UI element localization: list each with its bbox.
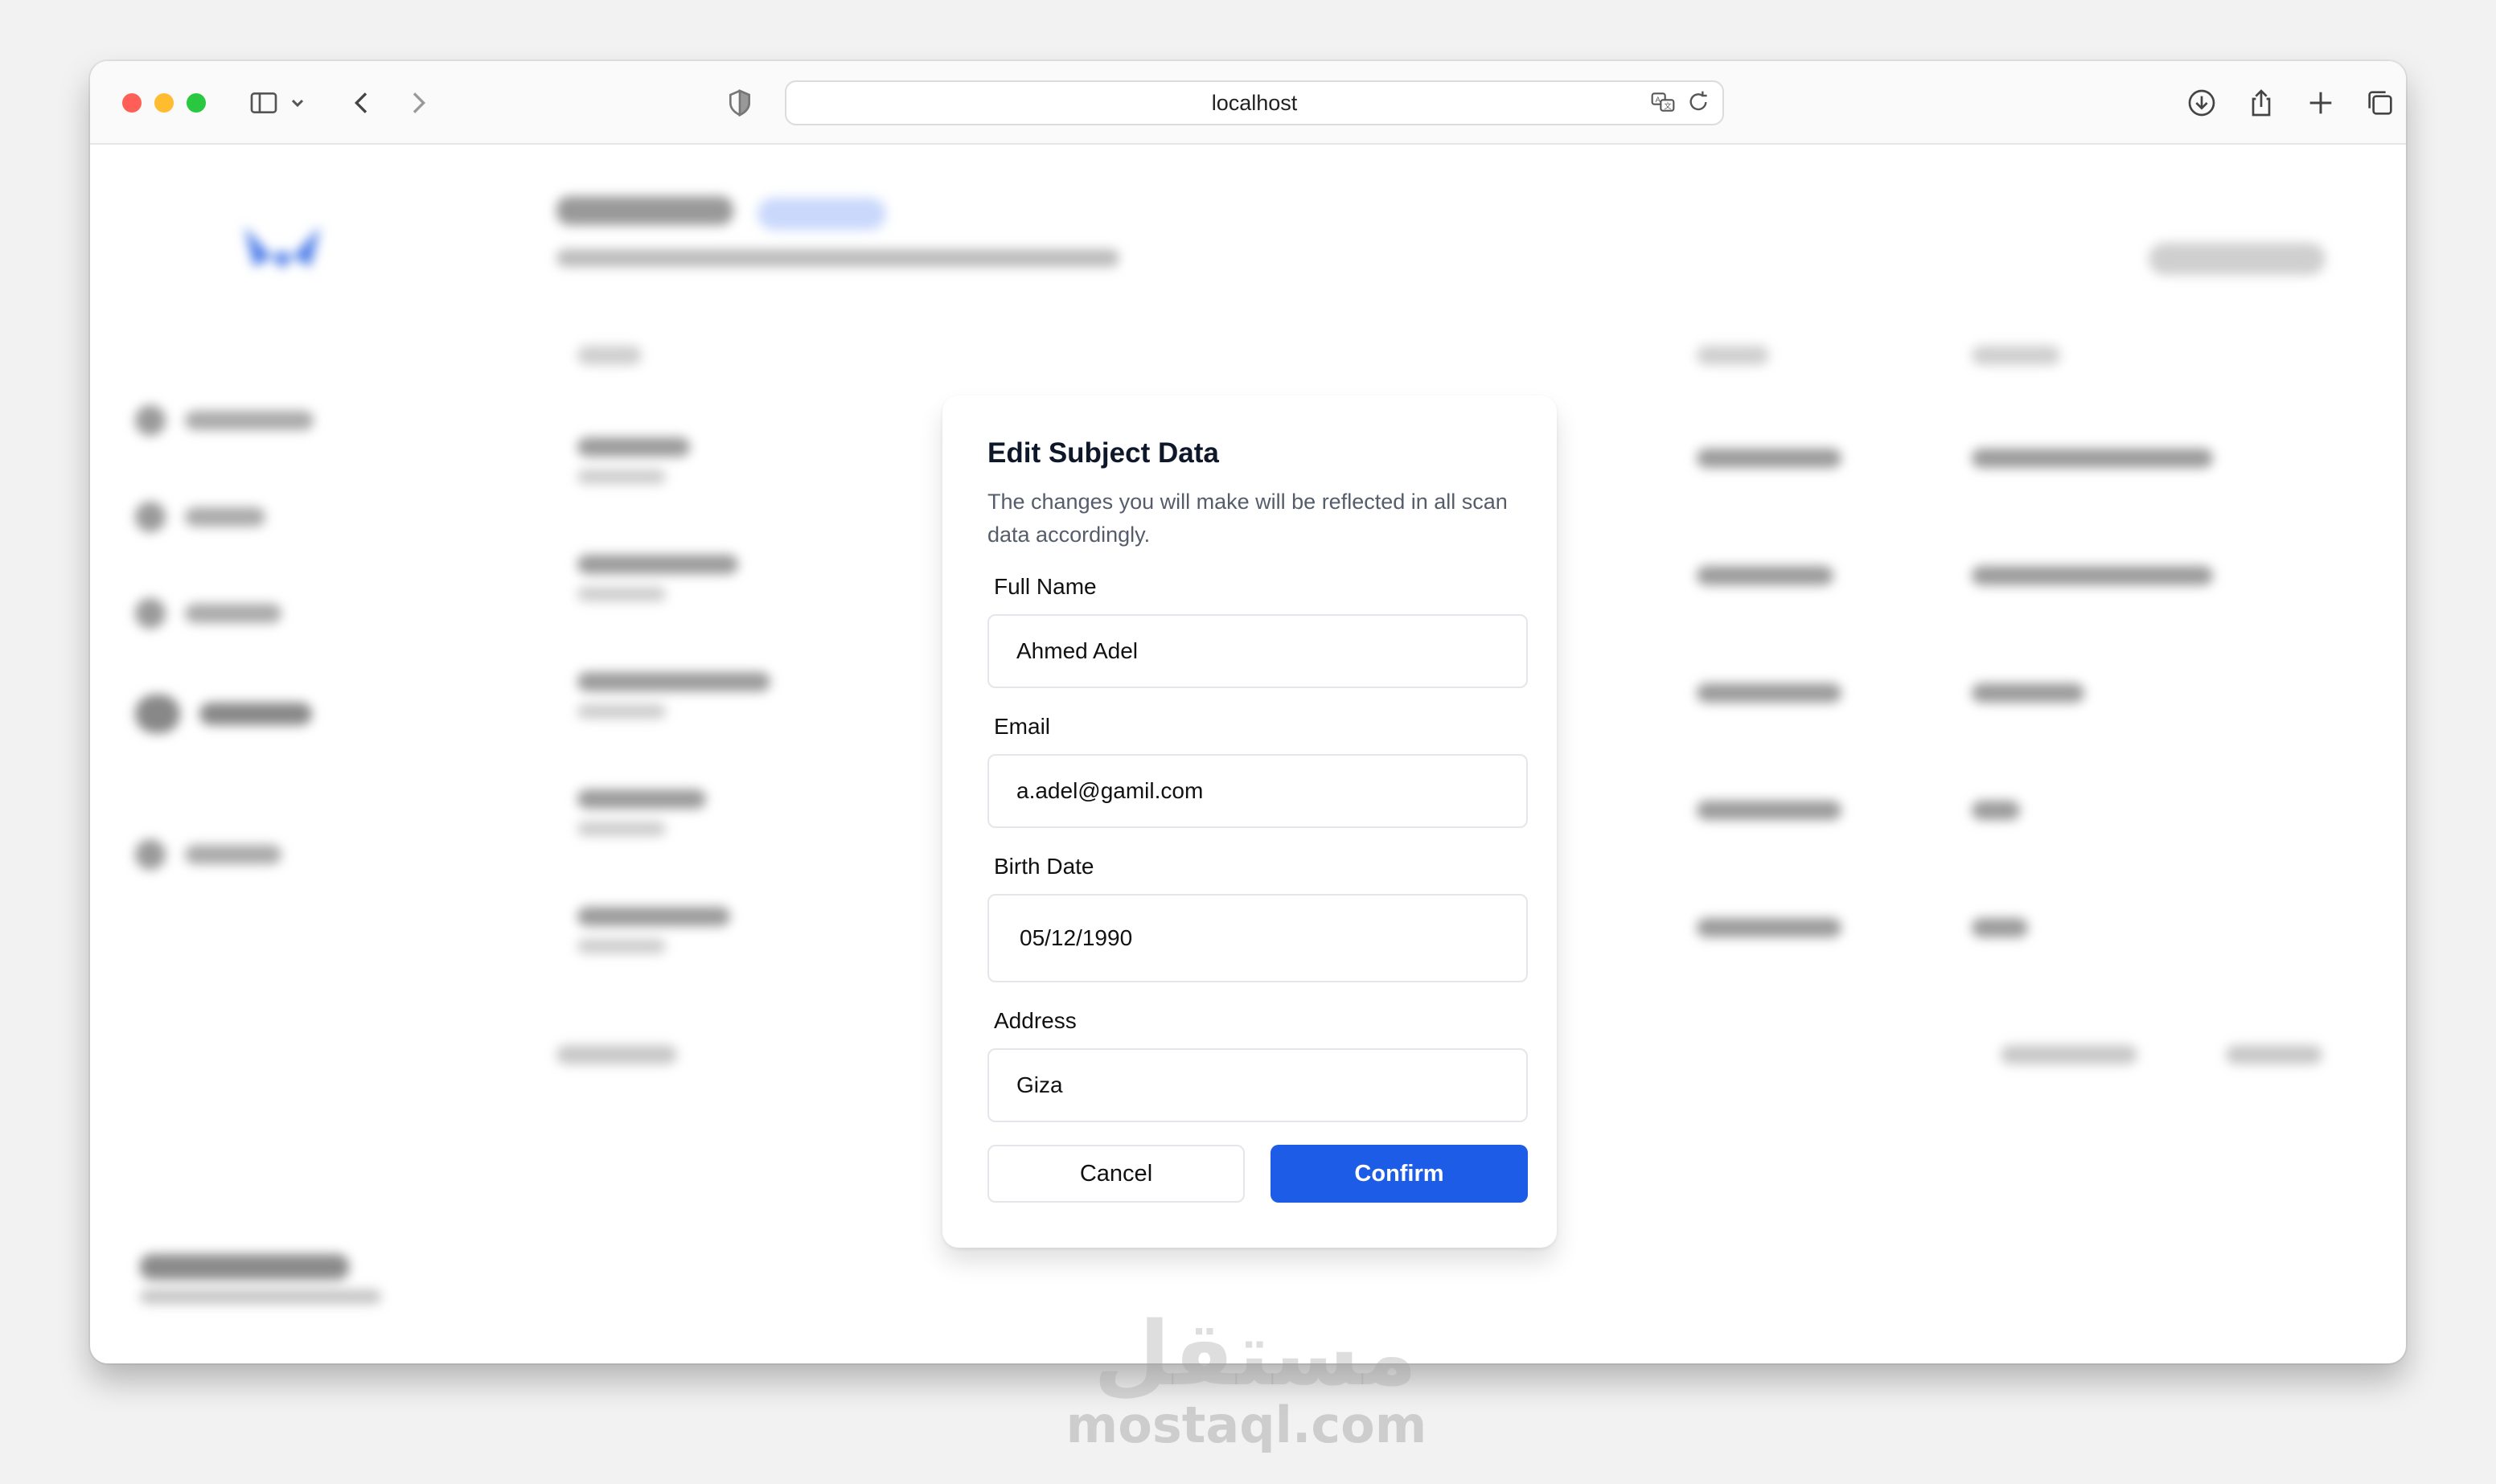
watermark-arabic: مستقل: [1094, 1302, 1418, 1405]
chevron-down-icon[interactable]: [283, 82, 312, 124]
column-header: [577, 346, 642, 365]
chevron-left-icon[interactable]: [341, 82, 383, 124]
next-page-button: [2226, 1045, 2322, 1064]
sidebar-item-settings: [135, 839, 281, 870]
birth-date-value: 05/12/1990: [1020, 925, 1133, 950]
svg-text:文: 文: [1664, 101, 1671, 110]
dialog-title: Edit Subject Data: [987, 437, 1219, 469]
sidebar-item-scans: [135, 502, 265, 532]
count-badge: [757, 198, 886, 230]
address-bar[interactable]: localhost A文: [785, 80, 1724, 125]
previous-page-button: [2001, 1045, 2137, 1064]
app-background: Edit Subject Data The changes you will m…: [90, 145, 2406, 1363]
chevron-right-icon[interactable]: [397, 82, 439, 124]
email-value: a.adel@gamil.com: [1016, 778, 1204, 803]
user-name: [140, 1254, 349, 1280]
email-field[interactable]: a.adel@gamil.com: [987, 754, 1528, 828]
address-value: Giza: [1016, 1072, 1063, 1097]
edit-subject-dialog: Edit Subject Data The changes you will m…: [942, 396, 1557, 1248]
sidebar-item-subjects: [135, 695, 312, 733]
url-text: localhost: [1211, 90, 1298, 115]
svg-text:A: A: [1656, 96, 1661, 104]
export-data-button: [2149, 243, 2326, 275]
confirm-button[interactable]: Confirm: [1271, 1145, 1528, 1203]
full-name-field[interactable]: Ahmed Adel: [987, 614, 1528, 688]
cancel-button[interactable]: Cancel: [987, 1145, 1245, 1203]
logo-icon: [244, 227, 320, 269]
sidebar-item-doctors: [135, 598, 281, 629]
birth-date-field[interactable]: 05/12/1990: [987, 894, 1528, 982]
close-window-button[interactable]: [122, 93, 142, 113]
plus-icon[interactable]: [2300, 82, 2342, 124]
browser-window: localhost A文 Edit Subject Data The chang…: [90, 61, 2406, 1363]
sidebar-item-dashboard: [135, 405, 314, 436]
watermark-latin: mostaql.com: [1065, 1396, 1427, 1454]
translate-icon[interactable]: A文: [1650, 89, 1676, 121]
reload-icon[interactable]: [1685, 89, 1711, 121]
download-icon[interactable]: [2181, 82, 2223, 124]
address-field[interactable]: Giza: [987, 1048, 1528, 1122]
tabs-overview-icon[interactable]: [2359, 82, 2401, 124]
share-icon[interactable]: [2240, 82, 2282, 124]
full-name-label: Full Name: [994, 574, 1097, 599]
page-indicator: [556, 1045, 677, 1064]
sidebar-icon[interactable]: [243, 82, 285, 124]
user-role: [140, 1289, 381, 1304]
address-label: Address: [994, 1008, 1077, 1033]
column-header: [1972, 346, 2060, 365]
column-header: [1697, 346, 1769, 365]
page-subtitle: [556, 249, 1119, 267]
minimize-window-button[interactable]: [154, 93, 174, 113]
browser-toolbar: localhost A文: [90, 61, 2406, 145]
shield-icon[interactable]: [719, 82, 761, 124]
full-name-value: Ahmed Adel: [1016, 638, 1138, 663]
birth-date-label: Birth Date: [994, 854, 1094, 879]
page-title: [556, 196, 733, 225]
dialog-description: The changes you will make will be reflec…: [987, 490, 1508, 547]
zoom-window-button[interactable]: [187, 93, 206, 113]
email-label: Email: [994, 714, 1051, 739]
